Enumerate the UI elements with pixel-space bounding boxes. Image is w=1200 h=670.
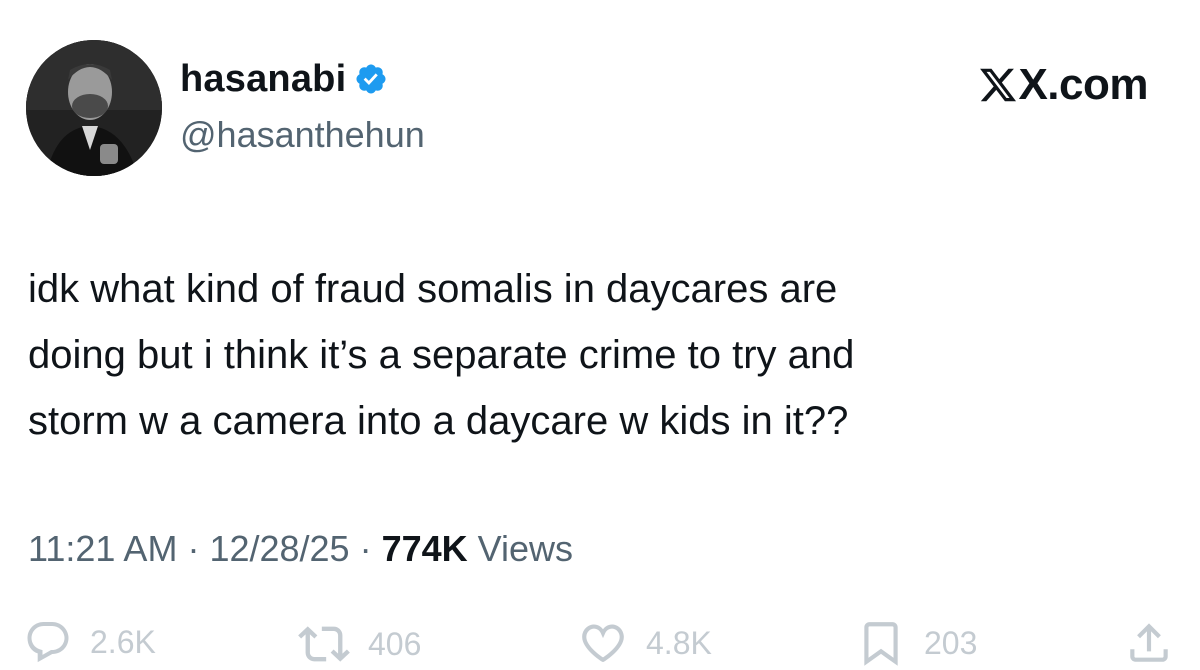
repost-icon bbox=[298, 626, 350, 662]
share-button[interactable] bbox=[1124, 618, 1174, 668]
reply-button[interactable]: 2.6K bbox=[24, 618, 156, 666]
avatar[interactable] bbox=[26, 40, 162, 176]
author-name-row: hasanabi bbox=[180, 58, 388, 100]
tweet-meta: 11:21 AM · 12/28/25 · 774K Views bbox=[28, 528, 573, 570]
verified-badge-icon bbox=[354, 62, 388, 96]
tweet-line: doing but i think it’s a separate crime … bbox=[28, 333, 855, 377]
author-display-name[interactable]: hasanabi bbox=[180, 58, 346, 101]
views-label: Views bbox=[477, 528, 574, 569]
reply-icon bbox=[27, 622, 69, 663]
tweet-text: idk what kind of fraud somalis in daycar… bbox=[28, 256, 1168, 454]
x-logo-icon bbox=[978, 65, 1018, 105]
avatar-photo bbox=[26, 40, 162, 176]
tweet-date[interactable]: 12/28/25 bbox=[209, 528, 349, 569]
meta-separator: · bbox=[187, 528, 200, 569]
bookmark-count: 203 bbox=[924, 624, 978, 661]
repost-count: 406 bbox=[368, 625, 422, 662]
post-card: hasanabi @hasanthehun X.com idk what kin… bbox=[0, 0, 1200, 670]
bookmark-button[interactable]: 203 bbox=[856, 618, 977, 668]
share-icon bbox=[1130, 623, 1168, 662]
like-button[interactable]: 4.8K bbox=[578, 618, 712, 668]
bookmark-icon bbox=[864, 622, 898, 666]
like-count: 4.8K bbox=[646, 624, 712, 661]
x-domain-label: X.com bbox=[1018, 60, 1148, 109]
views-count: 774K bbox=[381, 528, 468, 569]
tweet-time[interactable]: 11:21 AM bbox=[28, 528, 177, 569]
meta-separator: · bbox=[359, 528, 372, 569]
tweet-line: storm w a camera into a daycare w kids i… bbox=[28, 399, 849, 443]
author-handle[interactable]: @hasanthehun bbox=[180, 114, 425, 156]
action-bar: 2.6K 406 4.8K 203 bbox=[0, 612, 1200, 670]
x-brand-logo: X.com bbox=[978, 60, 1148, 110]
repost-button[interactable]: 406 bbox=[298, 618, 421, 670]
heart-icon bbox=[582, 624, 624, 662]
tweet-line: idk what kind of fraud somalis in daycar… bbox=[28, 267, 838, 311]
reply-count: 2.6K bbox=[90, 623, 156, 660]
